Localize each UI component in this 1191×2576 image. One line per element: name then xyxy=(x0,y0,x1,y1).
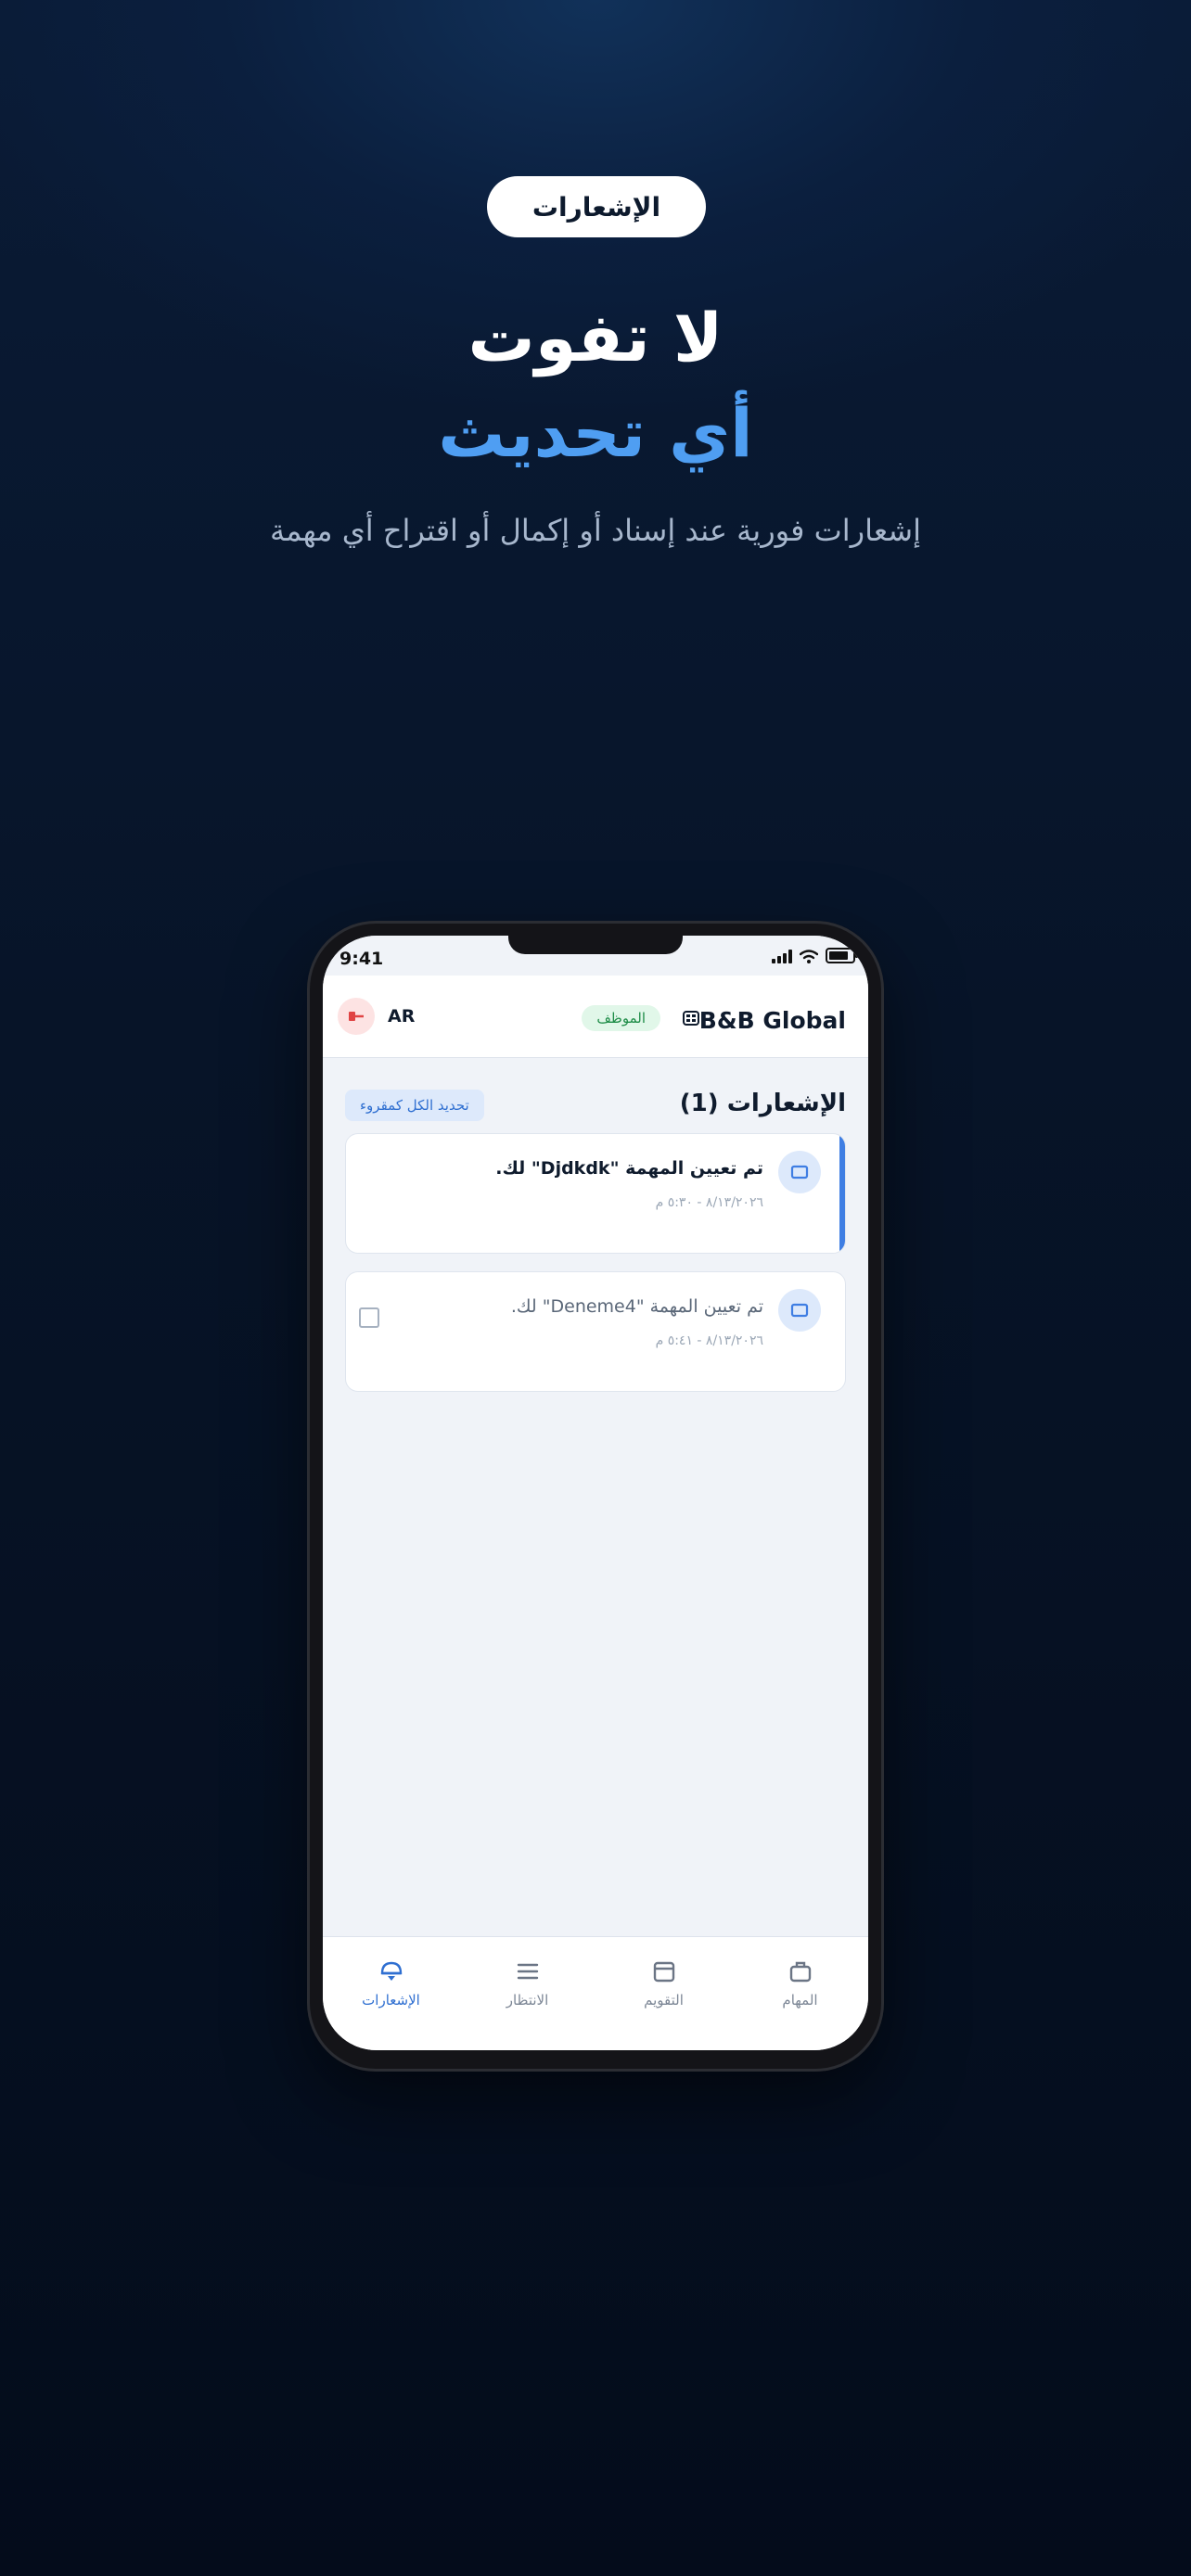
task-icon xyxy=(778,1151,821,1193)
notification-text: تم تعيين المهمة "Djdkdk" لك. xyxy=(495,1158,763,1179)
tab-notifications[interactable]: الإشعارات xyxy=(323,1937,459,2030)
phone-frame: 9:41 B&B Global الموظف AR الإشعارات (1) … xyxy=(307,921,884,2072)
headline-line1: لا تفوت xyxy=(467,299,724,376)
briefcase-icon xyxy=(789,1961,811,1983)
tab-waiting[interactable]: الانتظار xyxy=(459,1937,596,2030)
task-icon xyxy=(778,1289,821,1332)
menu-icon xyxy=(517,1963,538,1980)
bottom-tab-bar: الإشعارات الانتظار التقويم المهام xyxy=(323,1936,868,2050)
phone-screen: 9:41 B&B Global الموظف AR الإشعارات (1) … xyxy=(323,936,868,2050)
tab-label: المهام xyxy=(782,1992,818,2009)
notifications-title: الإشعارات (1) xyxy=(679,1090,846,1117)
notification-card[interactable]: تم تعيين المهمة "Deneme4" لك. ٨/١٣/٢٠٢٦ … xyxy=(345,1271,846,1392)
tab-label: الإشعارات xyxy=(362,1992,420,2009)
brand-logo-icon xyxy=(683,1011,699,1026)
wifi-icon xyxy=(800,950,818,963)
bell-icon xyxy=(380,1961,402,1981)
section-pill: الإشعارات xyxy=(487,176,706,237)
notification-card[interactable]: تم تعيين المهمة "Djdkdk" لك. ٨/١٣/٢٠٢٦ -… xyxy=(345,1133,846,1254)
notification-time: ٨/١٣/٢٠٢٦ - ٥:٣٠ م xyxy=(655,1195,763,1210)
notification-time: ٨/١٣/٢٠٢٦ - ٥:٤١ م xyxy=(655,1333,763,1348)
battery-icon xyxy=(826,948,858,963)
tab-label: الانتظار xyxy=(506,1992,549,2009)
tab-tasks[interactable]: المهام xyxy=(732,1937,868,2030)
mark-all-read-button[interactable]: تحديد الكل كمقروء xyxy=(345,1090,484,1121)
signal-icon xyxy=(772,949,792,963)
logout-button[interactable] xyxy=(338,998,375,1035)
system-icons xyxy=(772,948,858,963)
language-toggle[interactable]: AR xyxy=(388,1006,415,1027)
notification-text: تم تعيين المهمة "Deneme4" لك. xyxy=(510,1296,763,1317)
tab-label: التقويم xyxy=(644,1992,684,2009)
tab-calendar[interactable]: التقويم xyxy=(596,1937,732,2030)
role-badge: الموظف xyxy=(582,1005,660,1031)
status-time: 9:41 xyxy=(339,949,384,969)
brand-name: B&B Global xyxy=(698,1007,846,1034)
logout-icon xyxy=(349,1012,364,1021)
headline-line2: أي تحديث xyxy=(438,394,753,472)
hero-subtitle: إشعارات فورية عند إسناد أو إكمال أو اقتر… xyxy=(270,513,921,548)
calendar-icon xyxy=(653,1961,674,1983)
phone-notch xyxy=(508,936,683,954)
select-checkbox[interactable] xyxy=(359,1307,379,1328)
unread-indicator xyxy=(839,1134,845,1253)
app-bar: B&B Global الموظف AR xyxy=(323,976,868,1058)
